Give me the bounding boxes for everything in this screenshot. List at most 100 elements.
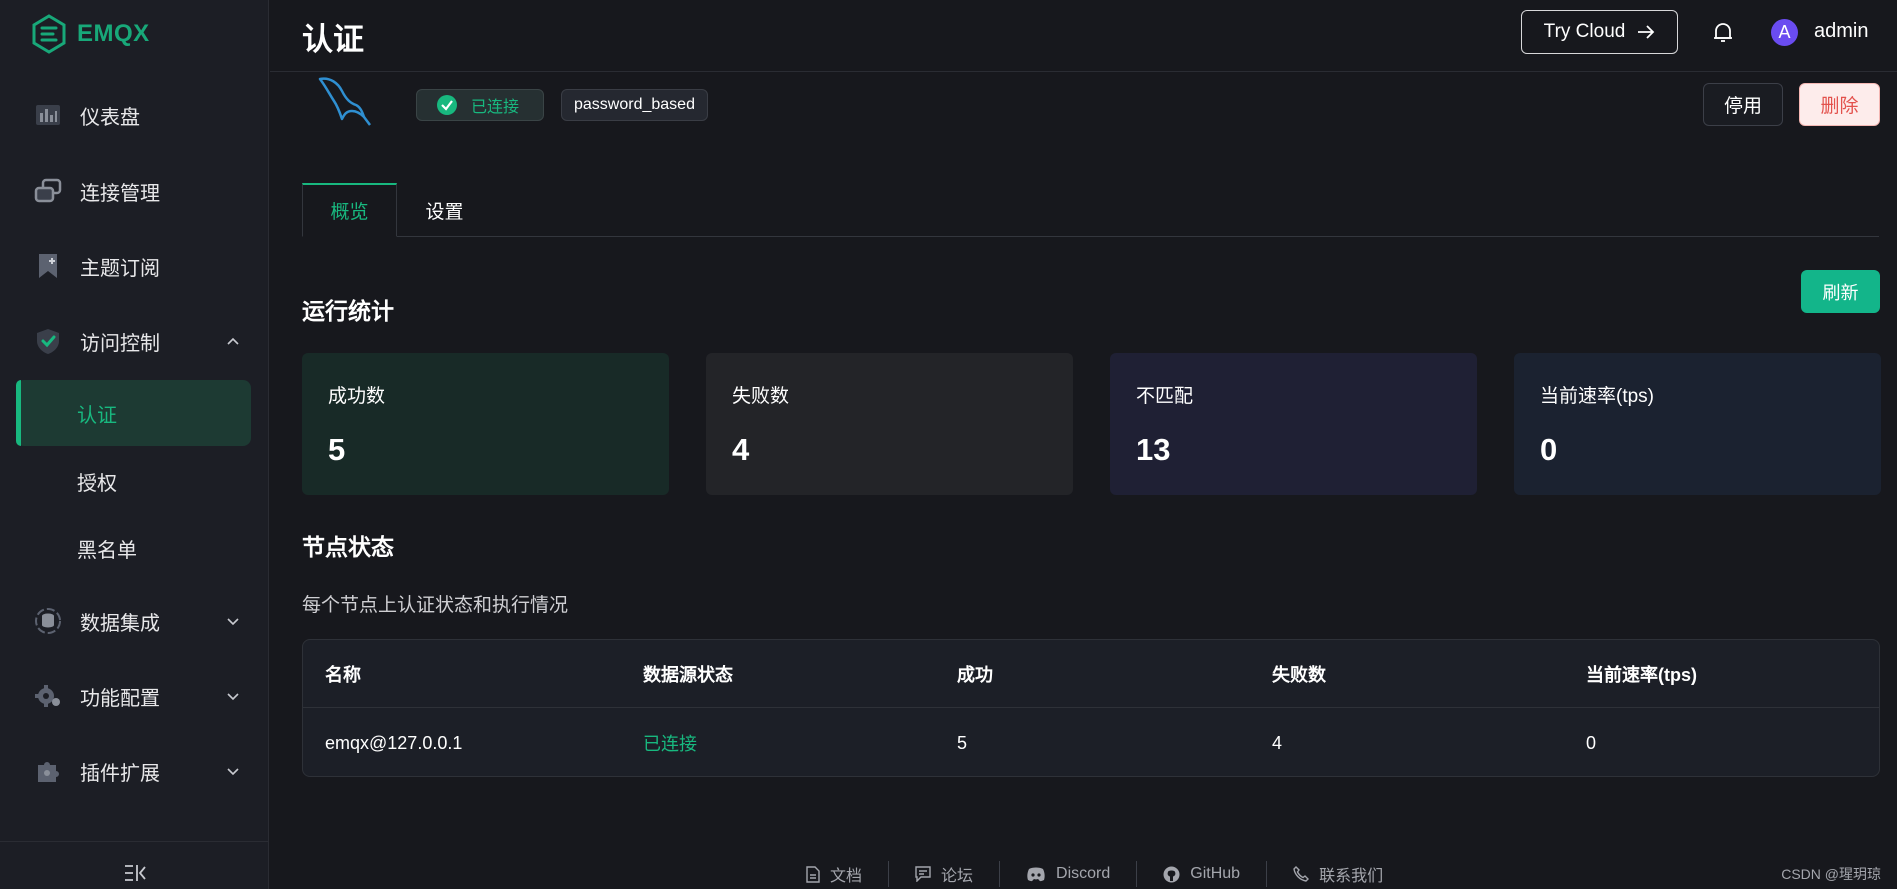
collapse-sidebar-icon[interactable] <box>123 862 147 884</box>
github-icon <box>1163 866 1180 882</box>
sidebar-item-label: 功能配置 <box>80 687 160 710</box>
sidebar-subitem-authorization[interactable]: 授权 <box>16 448 251 514</box>
stat-card-success: 成功数 5 <box>302 353 669 495</box>
sidebar-subitem-blacklist[interactable]: 黑名单 <box>16 515 251 581</box>
sidebar-subitem-authentication[interactable]: 认证 <box>16 380 251 446</box>
node-failed-cell: 4 <box>1272 732 1283 753</box>
column-header: 数据源状态 <box>643 664 733 685</box>
stat-value: 5 <box>328 432 346 467</box>
brand-logo[interactable]: EMQX <box>31 14 150 54</box>
brand-name: EMQX <box>77 20 150 47</box>
tab-overview[interactable]: 概览 <box>302 183 397 237</box>
nodes-section-description: 每个节点上认证状态和执行情况 <box>302 595 569 616</box>
subscriptions-icon <box>34 252 62 280</box>
footer-link-docs[interactable]: 文档 <box>780 862 888 886</box>
footer-link-contact[interactable]: 联系我们 <box>1267 862 1409 886</box>
stat-value: 4 <box>732 432 750 467</box>
arrow-right-icon <box>1638 25 1655 39</box>
node-success-cell: 5 <box>957 732 968 753</box>
table-header-row: 名称 数据源状态 成功 失败数 当前速率(tps) <box>303 640 1879 708</box>
footer-link-label: 联系我们 <box>1319 868 1384 885</box>
emqx-logo-icon <box>32 14 66 54</box>
connection-status-badge: 已连接 <box>416 89 544 121</box>
stat-label: 成功数 <box>328 386 386 407</box>
discord-icon <box>1027 867 1045 881</box>
node-rate-cell: 0 <box>1586 732 1597 753</box>
check-circle-icon <box>437 95 457 115</box>
sidebar-item-label: 连接管理 <box>80 182 160 205</box>
node-status-cell: 已连接 <box>643 734 697 754</box>
try-cloud-label: Try Cloud <box>1543 21 1626 42</box>
stat-label: 失败数 <box>732 386 790 407</box>
forum-icon <box>915 866 931 882</box>
sidebar-item-label: 主题订阅 <box>80 257 160 280</box>
sidebar-subitem-label: 认证 <box>77 404 117 427</box>
sidebar-item-label: 仪表盘 <box>80 106 140 129</box>
delete-button[interactable]: 删除 <box>1799 83 1880 126</box>
plugin-icon <box>34 757 62 785</box>
username[interactable]: admin <box>1814 20 1868 43</box>
sidebar-item-label: 访问控制 <box>80 332 160 355</box>
table-row: emqx@127.0.0.1 已连接 5 4 0 <box>303 708 1879 776</box>
sidebar-item-access-control[interactable]: 访问控制 <box>14 308 252 374</box>
node-status-table: 名称 数据源状态 成功 失败数 当前速率(tps) emqx@127.0.0.1… <box>302 639 1880 777</box>
sidebar-item-dashboard[interactable]: 仪表盘 <box>14 82 252 148</box>
document-icon <box>806 865 820 883</box>
connections-icon <box>34 177 62 205</box>
footer-link-github[interactable]: GitHub <box>1137 865 1266 883</box>
try-cloud-button[interactable]: Try Cloud <box>1521 10 1678 54</box>
refresh-button[interactable]: 刷新 <box>1801 270 1880 313</box>
stat-card-nomatch: 不匹配 13 <box>1110 353 1477 495</box>
column-header: 名称 <box>325 664 361 685</box>
shield-check-icon <box>34 327 62 355</box>
column-header: 成功 <box>957 664 993 685</box>
chevron-down-icon <box>227 768 239 776</box>
stat-label: 当前速率(tps) <box>1540 386 1655 407</box>
sidebar-subitem-label: 黑名单 <box>77 539 137 562</box>
chevron-down-icon <box>227 693 239 701</box>
footer-link-label: Discord <box>1056 865 1111 882</box>
mysql-dolphin-icon <box>318 77 371 126</box>
top-header: 认证 Try Cloud A admin <box>270 0 1897 72</box>
nodes-section-title: 节点状态 <box>302 534 394 560</box>
footer-link-forum[interactable]: 论坛 <box>889 862 999 886</box>
phone-icon <box>1293 866 1310 882</box>
settings-gear-icon <box>34 682 62 710</box>
footer-link-label: 文档 <box>830 868 863 885</box>
tab-settings[interactable]: 设置 <box>397 183 492 237</box>
notification-bell-icon[interactable] <box>1711 20 1735 44</box>
chevron-down-icon <box>227 618 239 626</box>
footer-link-label: GitHub <box>1190 865 1241 882</box>
sidebar-item-subscriptions[interactable]: 主题订阅 <box>14 233 252 299</box>
connection-status-text: 已连接 <box>471 99 520 116</box>
sidebar-item-connections[interactable]: 连接管理 <box>14 158 252 224</box>
dashboard-icon <box>34 101 62 129</box>
page-title: 认证 <box>302 22 364 57</box>
tab-bar: 概览 设置 <box>302 183 1879 237</box>
footer-links: 文档 论坛 Discord GitHub 联系我们 <box>780 859 1409 889</box>
stat-value: 0 <box>1540 432 1558 467</box>
column-header: 失败数 <box>1272 664 1326 685</box>
node-name-cell: emqx@127.0.0.1 <box>325 732 463 753</box>
mechanism-tag: password_based <box>561 89 708 121</box>
stat-label: 不匹配 <box>1136 386 1194 407</box>
footer-link-label: 论坛 <box>941 868 974 885</box>
sidebar-divider <box>0 841 268 842</box>
stats-section-title: 运行统计 <box>302 298 394 324</box>
sidebar-subitem-label: 授权 <box>77 472 117 495</box>
sidebar-item-plugins[interactable]: 插件扩展 <box>14 738 252 804</box>
column-header: 当前速率(tps) <box>1586 664 1697 685</box>
sidebar-item-configuration[interactable]: 功能配置 <box>14 663 252 729</box>
sidebar-item-data-integration[interactable]: 数据集成 <box>14 588 252 654</box>
avatar[interactable]: A <box>1771 19 1798 46</box>
stat-value: 13 <box>1136 432 1171 467</box>
disable-button[interactable]: 停用 <box>1703 83 1783 126</box>
sidebar-item-label: 数据集成 <box>80 612 160 635</box>
watermark-text: CSDN @瑆玥琼 <box>1781 866 1881 882</box>
stat-card-failed: 失败数 4 <box>706 353 1073 495</box>
sidebar-item-label: 插件扩展 <box>80 762 160 785</box>
data-integration-icon <box>34 607 62 635</box>
sidebar: EMQX 仪表盘 连接管理 主题订阅 访问控制 认证 授权 黑名单 数据集成 功… <box>0 0 269 889</box>
chevron-up-icon <box>227 337 239 345</box>
footer-link-discord[interactable]: Discord <box>1000 865 1136 883</box>
